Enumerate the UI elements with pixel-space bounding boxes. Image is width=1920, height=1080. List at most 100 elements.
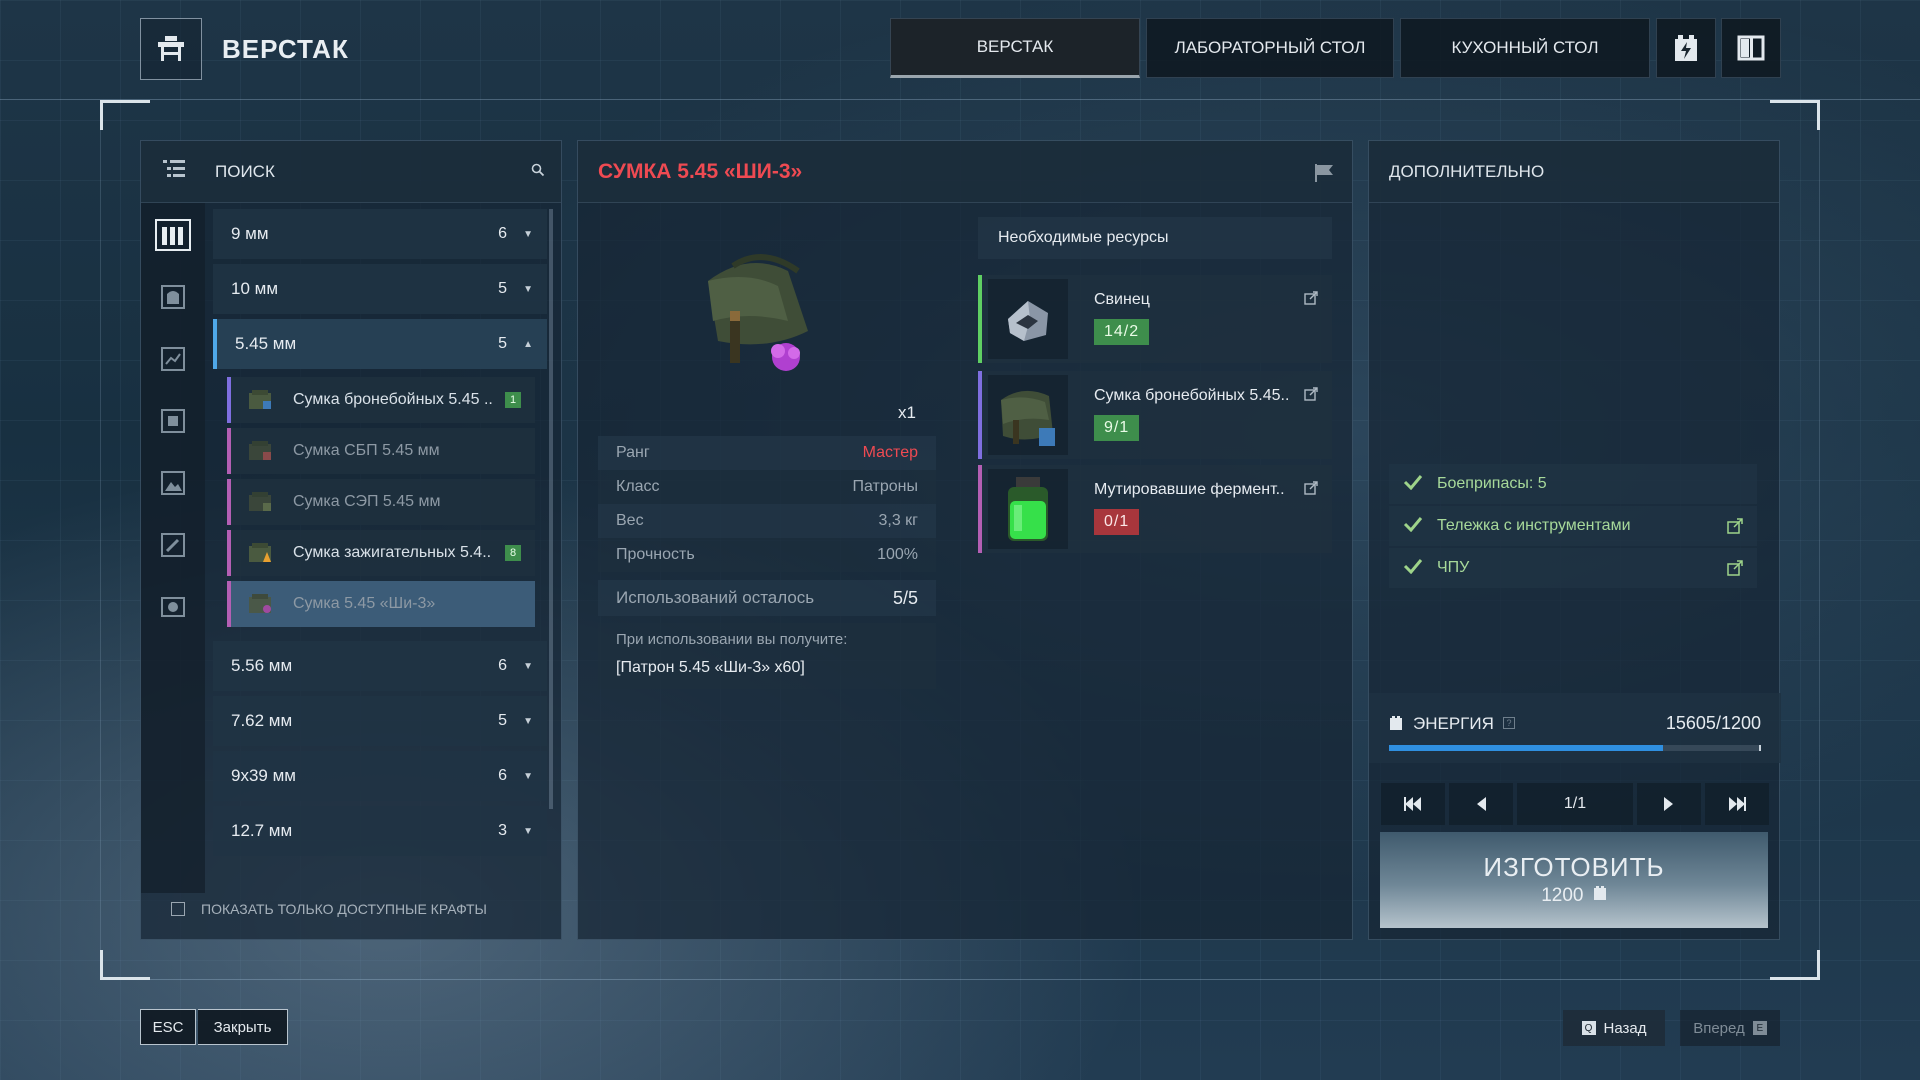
category-row-545mm[interactable]: 5.45 мм 5 ▲: [213, 319, 547, 369]
pagination: 1/1: [1381, 783, 1769, 825]
battery-icon[interactable]: [1656, 18, 1716, 78]
external-link-icon[interactable]: [1727, 560, 1743, 581]
stat-key: Вес: [616, 512, 644, 529]
recipe-item-ap-bag[interactable]: Сумка бронебойных 5.45 .. 1: [227, 377, 535, 423]
stat-key: Ранг: [616, 444, 650, 461]
book-icon[interactable]: [1721, 18, 1781, 78]
bag-thumbnail-icon: [245, 387, 275, 413]
check-icon: [1403, 516, 1423, 537]
recipe-item-shi3-bag[interactable]: Сумка 5.45 «Ши-3»: [227, 581, 535, 627]
requirement-cnc: ЧПУ: [1389, 548, 1757, 588]
checkbox[interactable]: [171, 902, 185, 916]
external-link-icon[interactable]: [1304, 481, 1318, 500]
recipe-item-label: Сумка 5.45 «Ши-3»: [293, 595, 436, 612]
image-category-icon[interactable]: [153, 463, 193, 503]
category-count: 6: [498, 225, 507, 242]
flag-icon[interactable]: [1314, 163, 1334, 188]
resource-card-ap-bag[interactable]: Сумка бронебойных 5.45.. 9/1: [978, 371, 1332, 459]
bag-thumbnail-icon: [245, 489, 275, 515]
category-name: 9 мм: [231, 224, 269, 243]
category-row-127mm[interactable]: 12.7 мм 3 ▼: [213, 806, 547, 856]
on-use-result: [Патрон 5.45 «Ши-3» х60]: [616, 659, 805, 676]
battery-icon: [1593, 885, 1607, 907]
camera-category-icon[interactable]: [153, 587, 193, 627]
resource-card-enzymes[interactable]: Мутировавшие фермент.. 0/1: [978, 465, 1332, 553]
chevron-down-icon: ▼: [523, 660, 533, 672]
external-link-icon[interactable]: [1727, 518, 1743, 539]
esc-key-hint[interactable]: ESC: [140, 1009, 196, 1045]
prev-page-icon[interactable]: [1449, 783, 1513, 825]
stat-durability: Прочность 100%: [598, 538, 936, 572]
chart-category-icon[interactable]: [153, 339, 193, 379]
list-scrollbar[interactable]: [549, 209, 553, 809]
chevron-down-icon: ▼: [523, 283, 533, 295]
tab-laboratory-table[interactable]: ЛАБОРАТОРНЫЙ СТОЛ: [1146, 18, 1394, 78]
frame-corner: [1770, 100, 1820, 130]
first-page-icon[interactable]: [1381, 783, 1445, 825]
info-icon[interactable]: ?: [1503, 717, 1515, 729]
item-title: СУМКА 5.45 «ШИ-3»: [598, 159, 803, 183]
additional-panel: ДОПОЛНИТЕЛЬНО Боеприпасы: 5 Тележка с ин…: [1368, 140, 1781, 940]
additional-header: ДОПОЛНИТЕЛЬНО: [1369, 141, 1779, 203]
stat-weight: Вес 3,3 кг: [598, 504, 936, 538]
close-button[interactable]: Закрыть: [198, 1009, 288, 1045]
show-available-filter[interactable]: ПОКАЗАТЬ ТОЛЬКО ДОСТУПНЫЕ КРАФТЫ: [171, 901, 487, 917]
category-rail: [141, 203, 205, 893]
category-row-9x39mm[interactable]: 9x39 мм 6 ▼: [213, 751, 547, 801]
resource-status-bar: [978, 371, 982, 459]
energy-section: ЭНЕРГИЯ ? 15605/1200: [1369, 693, 1781, 763]
list-sort-icon[interactable]: [163, 159, 187, 184]
workbench-icon: [140, 18, 202, 80]
craft-button[interactable]: ИЗГОТОВИТЬ 1200: [1380, 832, 1768, 928]
stat-value: Патроны: [852, 478, 918, 495]
forward-button[interactable]: Вперед E: [1680, 1010, 1780, 1046]
stat-value: 100%: [877, 546, 918, 563]
key-e-badge: E: [1752, 1021, 1767, 1035]
category-count: 6: [498, 657, 507, 674]
category-name: 5.56 мм: [231, 656, 293, 675]
frame-corner: [100, 950, 150, 980]
craft-quantity: x1: [898, 403, 916, 422]
resource-status-bar: [978, 275, 982, 363]
next-page-icon[interactable]: [1637, 783, 1701, 825]
on-use-label: При использовании вы получите:: [616, 631, 848, 648]
recipe-item-sbp-bag[interactable]: Сумка СБП 5.45 мм: [227, 428, 535, 474]
category-name: 9x39 мм: [231, 766, 296, 785]
chevron-down-icon: ▼: [523, 715, 533, 727]
tab-workbench[interactable]: ВЕРСТАК: [890, 18, 1140, 78]
category-row-762mm[interactable]: 7.62 мм 5 ▼: [213, 696, 547, 746]
chevron-down-icon: ▼: [523, 825, 533, 837]
category-name: 10 мм: [231, 279, 279, 298]
category-row-10mm[interactable]: 10 мм 5 ▼: [213, 264, 547, 314]
armor-category-icon[interactable]: [153, 277, 193, 317]
back-button[interactable]: Q Назад: [1563, 1010, 1665, 1046]
category-row-9mm[interactable]: 9 мм 6 ▼: [213, 209, 547, 259]
search-icon[interactable]: [531, 163, 545, 182]
resource-status-bar: [978, 465, 982, 553]
category-count: 3: [498, 822, 507, 839]
tab-kitchen-table[interactable]: КУХОННЫЙ СТОЛ: [1400, 18, 1650, 78]
lead-icon: [988, 279, 1068, 359]
energy-bar-track: [1389, 745, 1761, 751]
external-link-icon[interactable]: [1304, 387, 1318, 406]
tools-category-icon[interactable]: [153, 525, 193, 565]
recipe-item-incendiary-bag[interactable]: Сумка зажигательных 5.4.. 8: [227, 530, 535, 576]
last-page-icon[interactable]: [1705, 783, 1769, 825]
additional-header-label: ДОПОЛНИТЕЛЬНО: [1389, 161, 1545, 181]
ammo-category-icon[interactable]: [153, 215, 193, 255]
category-name: 7.62 мм: [231, 711, 293, 730]
category-row-556mm[interactable]: 5.56 мм 6 ▼: [213, 641, 547, 691]
external-link-icon[interactable]: [1304, 291, 1318, 310]
search-bar[interactable]: ПОИСК: [141, 141, 561, 203]
stat-rank: Ранг Мастер: [598, 436, 936, 470]
resource-card-lead[interactable]: Свинец 14/2: [978, 275, 1332, 363]
energy-value: 15605/1200: [1665, 713, 1761, 733]
requirement-ammo: Боеприпасы: 5: [1389, 464, 1757, 504]
resource-name: Сумка бронебойных 5.45..: [1094, 387, 1290, 404]
craft-cost-value: 1200: [1541, 885, 1584, 907]
recipe-item-label: Сумка СБП 5.45 мм: [293, 442, 440, 459]
device-category-icon[interactable]: [153, 401, 193, 441]
bag-thumbnail-icon: [245, 438, 275, 464]
uses-value: 5/5: [892, 587, 918, 608]
recipe-item-sep-bag[interactable]: Сумка СЭП 5.45 мм: [227, 479, 535, 525]
